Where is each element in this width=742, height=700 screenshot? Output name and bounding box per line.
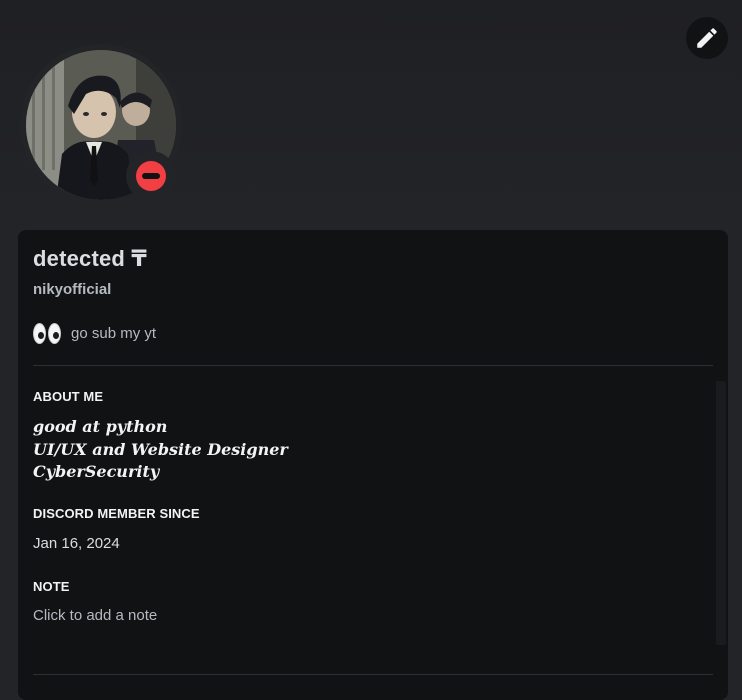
custom-status: go sub my yt [33, 321, 156, 345]
status-indicator [126, 151, 176, 201]
member-since-heading: DISCORD MEMBER SINCE [33, 506, 200, 521]
divider [33, 674, 713, 675]
member-since-date: Jan 16, 2024 [33, 535, 120, 552]
scrollbar[interactable] [716, 373, 726, 645]
about-me-text: good at python UI/UX and Website Designe… [33, 416, 288, 484]
about-line: UI/UX and Website Designer [33, 439, 288, 459]
about-me-heading: ABOUT ME [33, 389, 104, 404]
do-not-disturb-icon [136, 161, 166, 191]
about-line: CyberSecurity [33, 462, 160, 481]
note-heading: NOTE [33, 579, 70, 594]
display-name: detected ₸ [33, 246, 147, 271]
eyes-emoji-icon [33, 322, 61, 344]
pencil-icon [697, 28, 717, 48]
custom-status-text: go sub my yt [71, 324, 157, 342]
note-input[interactable]: Click to add a note [33, 607, 533, 624]
edit-profile-button[interactable] [686, 17, 728, 59]
scrollbar-thumb[interactable] [716, 381, 726, 645]
about-line: good at python [33, 417, 168, 436]
divider [33, 365, 713, 366]
username: nikyofficial [33, 281, 112, 298]
